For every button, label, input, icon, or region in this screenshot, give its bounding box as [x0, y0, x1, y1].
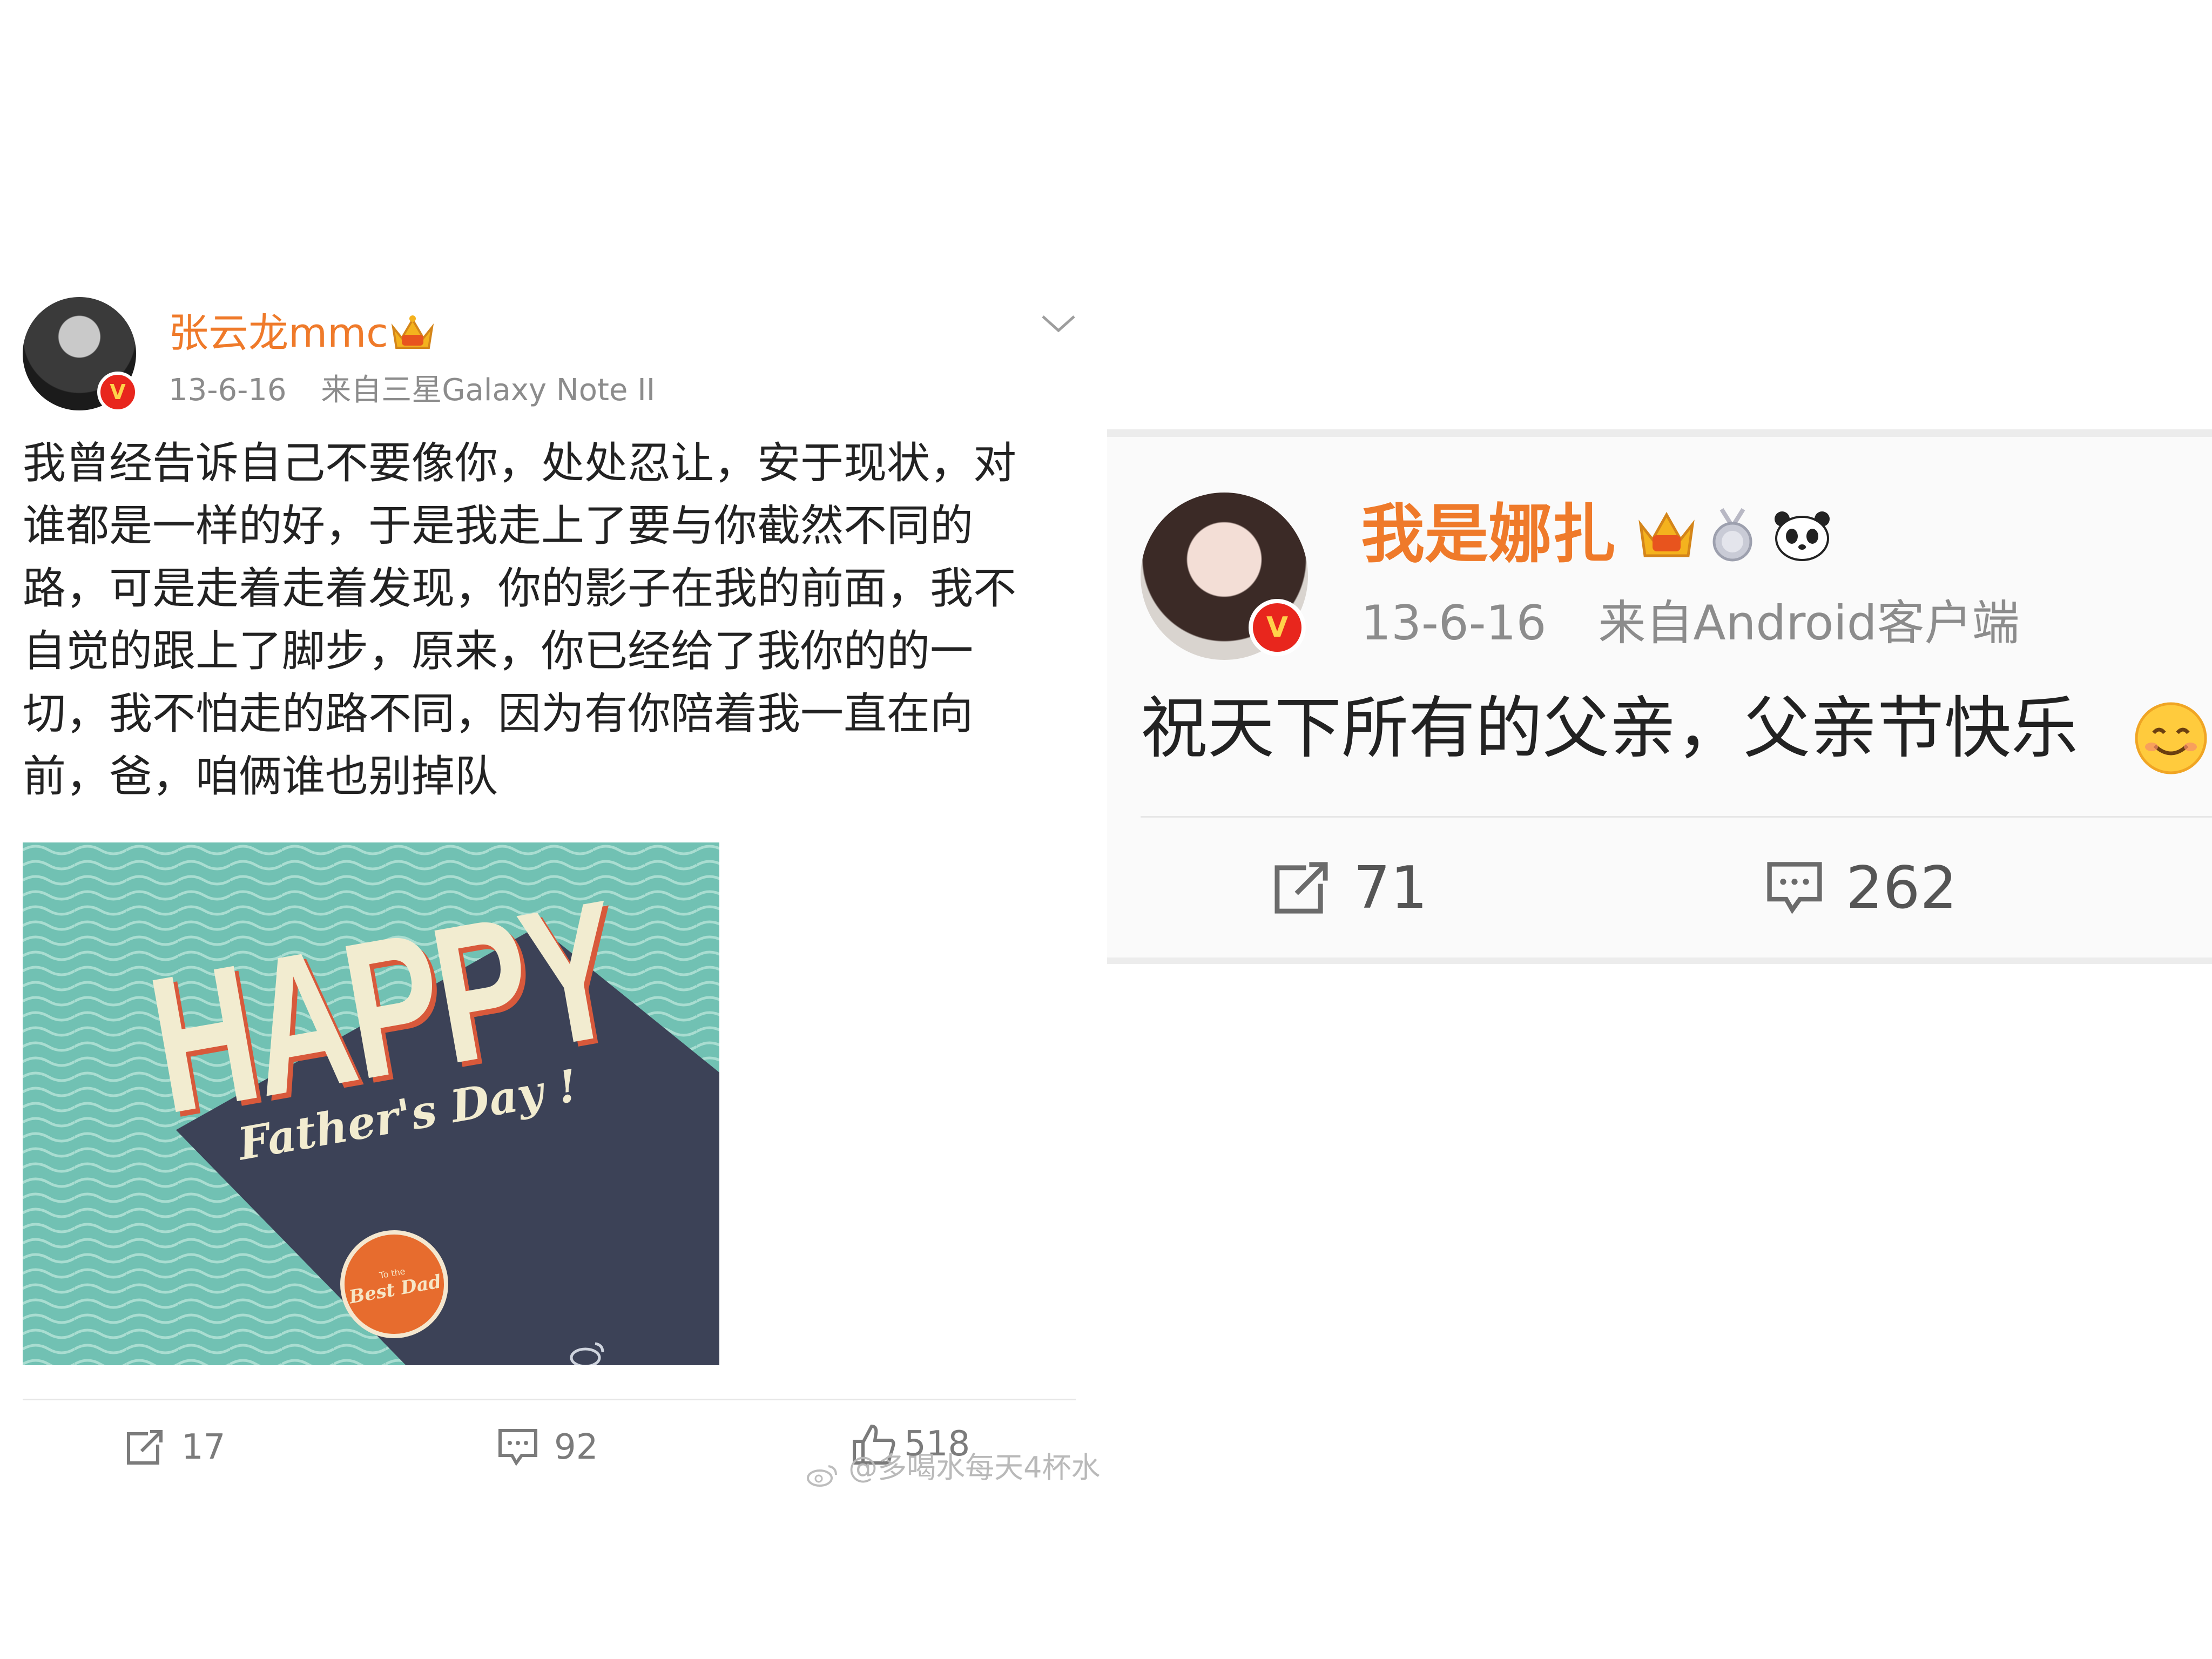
smile-emoji-icon [2133, 700, 2209, 776]
username[interactable]: 我是娜扎 [1361, 496, 1616, 572]
post-text-line: 前，爸，咱俩谁也别掉队 [23, 751, 498, 801]
post-text-line: 谁都是一样的好，于是我走上了要与你截然不同的 [23, 501, 973, 551]
repost-icon [127, 1427, 165, 1465]
post-text-line: 路，可是走着走着发现，你的影子在我的前面，我不 [23, 563, 1016, 613]
post-text-content: 祝天下所有的父亲，父亲节快乐 [1141, 690, 2079, 767]
post-date: 13-6-16 [1361, 595, 1547, 651]
comment-icon [498, 1429, 537, 1466]
post-source[interactable]: 来自三星Galaxy Note II [321, 373, 655, 408]
comment-icon [1767, 862, 1822, 914]
post-meta: 13-6-16 来自Android客户端 [1361, 594, 2020, 653]
weibo-watermark-icon [805, 1456, 839, 1487]
watermark-text: @多喝水每天4杯水 [848, 1451, 1101, 1485]
comment-button[interactable]: 92 [497, 1420, 598, 1474]
repost-count: 71 [1353, 854, 1428, 922]
post-image[interactable]: HAPPY Father's Day ! To the Best Dad [23, 842, 719, 1365]
post-text-line: 我曾经告诉自己不要像你，处处忍让，安于现状，对 [23, 438, 1016, 488]
post-text: 祝天下所有的父亲，父亲节快乐 [1141, 685, 2078, 772]
post-text-line: 切，我不怕走的路不同，因为有你陪着我一直在向 [23, 689, 973, 739]
weibo-logo-icon [568, 1339, 606, 1365]
post-source[interactable]: 来自Android客户端 [1598, 595, 2019, 651]
right-weibo-post: V 我是娜扎 13-6-16 来自Android客户端 祝天下所有的父亲，父亲节… [1107, 429, 2212, 964]
verified-badge-icon: V [97, 372, 138, 413]
post-text: 我曾经告诉自己不要像你，处处忍让，安于现状，对 谁都是一样的好，于是我走上了要与… [23, 432, 1016, 808]
panda-icon [1772, 509, 1832, 561]
medal-icon [1705, 507, 1759, 563]
left-weibo-post: V 张云龙mmc 13-6-16 来自三星Galaxy Note II 我曾经告… [0, 0, 1101, 1659]
comment-button[interactable]: 262 [1765, 853, 1957, 923]
comment-count: 262 [1846, 854, 1958, 922]
dropdown-chevron-icon[interactable] [1040, 312, 1077, 335]
divider [1141, 816, 2212, 818]
post-text-line: 自觉的跟上了脚步，原来，你已经给了我你的的一 [23, 626, 973, 676]
repost-icon [1274, 858, 1332, 914]
verified-badge-icon: V [1249, 599, 1306, 656]
divider [23, 1399, 1076, 1400]
post-meta: 13-6-16 来自三星Galaxy Note II [168, 372, 655, 409]
repost-button[interactable]: 71 [1272, 853, 1427, 923]
comment-count: 92 [554, 1427, 598, 1467]
post-date: 13-6-16 [168, 373, 287, 408]
repost-count: 17 [181, 1427, 226, 1467]
username[interactable]: 张云龙mmc [168, 309, 388, 358]
watermark: @多喝水每天4杯水 [805, 1446, 1101, 1489]
crown-vip-icon [1636, 508, 1697, 562]
crown-vip-icon [390, 314, 435, 353]
repost-button[interactable]: 17 [125, 1420, 225, 1474]
